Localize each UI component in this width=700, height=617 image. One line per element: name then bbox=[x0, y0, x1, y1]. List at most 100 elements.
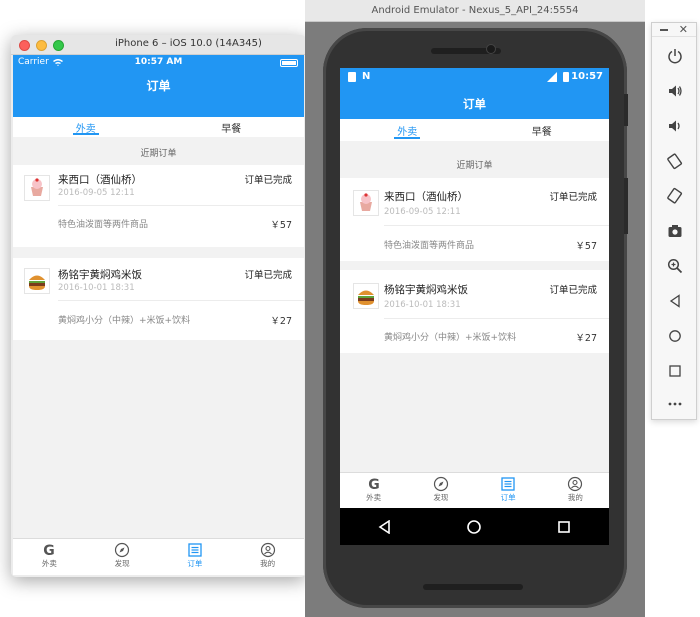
volume-up-button[interactable] bbox=[660, 78, 690, 104]
power-icon bbox=[668, 49, 682, 64]
tab-breakfast[interactable]: 早餐 bbox=[475, 119, 610, 141]
order-type-tabs: 外卖 早餐 bbox=[13, 117, 304, 137]
back-icon bbox=[669, 294, 680, 308]
active-tab-indicator bbox=[394, 137, 421, 139]
sd-card-icon bbox=[348, 72, 356, 82]
zoom-button[interactable] bbox=[660, 253, 690, 279]
user-icon bbox=[260, 542, 275, 558]
order-price: ￥27 bbox=[575, 333, 597, 344]
zoom-window-button[interactable] bbox=[53, 40, 64, 51]
nav-back-button[interactable] bbox=[340, 508, 430, 545]
overview-icon bbox=[558, 520, 570, 533]
shop-name: 杨铭宇黄焖鸡米饭 bbox=[58, 269, 142, 281]
ios-screen: Carrier 10:57 AM 订单 外卖 早餐 近期订单 来西口（酒仙桥） … bbox=[13, 55, 304, 575]
signal-icon bbox=[547, 72, 557, 82]
zoom-icon bbox=[667, 258, 683, 274]
ios-window-title: iPhone 6 – iOS 10.0 (14A345) bbox=[115, 38, 262, 49]
order-card[interactable]: 来西口（酒仙桥） 2016-09-05 12:11 订单已完成 特色油泼面等两件… bbox=[340, 178, 609, 261]
page-title: 订单 bbox=[146, 79, 171, 93]
tabbar-item-mine[interactable]: 我的 bbox=[542, 473, 609, 508]
cupcake-icon bbox=[24, 175, 50, 201]
cupcake-icon bbox=[353, 190, 379, 216]
rotate-left-button[interactable] bbox=[660, 148, 690, 174]
bottom-tab-bar: G 外卖 发现 订单 我的 bbox=[13, 538, 304, 575]
divider bbox=[384, 225, 609, 226]
close-window-button[interactable] bbox=[19, 40, 30, 51]
tabbar-item-discover[interactable]: 发现 bbox=[407, 473, 474, 508]
power-button[interactable] bbox=[660, 43, 690, 69]
active-tab-indicator bbox=[72, 133, 99, 135]
rotate-right-icon bbox=[667, 187, 683, 204]
divider bbox=[58, 205, 304, 206]
ios-simulator-window: iPhone 6 – iOS 10.0 (14A345) Carrier 10:… bbox=[11, 35, 306, 577]
back-button[interactable] bbox=[660, 288, 690, 314]
battery-icon bbox=[280, 59, 298, 67]
status-time: 10:57 AM bbox=[134, 57, 183, 67]
tabbar-item-takeout[interactable]: G 外卖 bbox=[13, 539, 86, 575]
android-status-bar: N 10:57 bbox=[340, 68, 609, 86]
order-status: 订单已完成 bbox=[244, 175, 292, 186]
order-date: 2016-10-01 18:31 bbox=[384, 300, 461, 310]
order-goods: 特色油泼面等两件商品 bbox=[384, 241, 475, 251]
shop-name: 来西口（酒仙桥） bbox=[384, 191, 468, 203]
overview-button[interactable] bbox=[660, 358, 690, 384]
ios-window-titlebar[interactable]: iPhone 6 – iOS 10.0 (14A345) bbox=[11, 35, 306, 55]
order-card[interactable]: 来西口（酒仙桥） 2016-09-05 12:11 订单已完成 特色油泼面等两件… bbox=[13, 165, 304, 247]
order-goods: 黄焖鸡小分（中辣）+米饭+饮料 bbox=[58, 316, 191, 326]
volume-down-icon bbox=[669, 120, 680, 132]
order-status: 订单已完成 bbox=[549, 192, 597, 203]
bottom-speaker bbox=[423, 584, 523, 590]
svg-text:G: G bbox=[368, 477, 380, 492]
home-icon bbox=[669, 330, 681, 342]
rotate-right-button[interactable] bbox=[660, 183, 690, 209]
android-emulator-window: Android Emulator - Nexus_5_API_24:5554 N… bbox=[305, 0, 645, 617]
minimize-window-button[interactable] bbox=[36, 40, 47, 51]
order-card[interactable]: 杨铭宇黄焖鸡米饭 2016-10-01 18:31 订单已完成 黄焖鸡小分（中辣… bbox=[13, 258, 304, 340]
close-toolbar-button[interactable]: ✕ bbox=[679, 23, 688, 36]
user-icon bbox=[568, 476, 583, 492]
volume-up-icon bbox=[669, 85, 682, 97]
android-navigation-bar bbox=[340, 508, 609, 545]
shop-name: 来西口（酒仙桥） bbox=[58, 174, 142, 186]
screenshot-button[interactable] bbox=[660, 218, 690, 244]
emulator-toolbar: ✕ bbox=[651, 22, 697, 420]
tabbar-item-takeout[interactable]: G 外卖 bbox=[340, 473, 407, 508]
page-title: 订单 bbox=[463, 97, 486, 111]
more-button[interactable] bbox=[660, 391, 690, 417]
burger-icon bbox=[24, 268, 50, 294]
more-icon bbox=[668, 402, 682, 406]
volume-down-button[interactable] bbox=[660, 113, 690, 139]
burger-icon bbox=[353, 283, 379, 309]
order-card[interactable]: 杨铭宇黄焖鸡米饭 2016-10-01 18:31 订单已完成 黄焖鸡小分（中辣… bbox=[340, 270, 609, 353]
android-window-title: Android Emulator - Nexus_5_API_24:5554 bbox=[371, 5, 579, 16]
order-date: 2016-10-01 18:31 bbox=[58, 283, 135, 293]
tab-takeout[interactable]: 外卖 bbox=[13, 117, 159, 137]
tabbar-item-orders[interactable]: 订单 bbox=[475, 473, 542, 508]
compass-icon bbox=[433, 476, 448, 492]
ios-status-bar: Carrier 10:57 AM bbox=[13, 55, 304, 71]
tabbar-item-mine[interactable]: 我的 bbox=[231, 539, 304, 575]
list-icon bbox=[501, 477, 515, 491]
order-status: 订单已完成 bbox=[549, 285, 597, 296]
section-label: 近期订单 bbox=[456, 161, 493, 171]
android-window-titlebar[interactable]: Android Emulator - Nexus_5_API_24:5554 bbox=[305, 0, 645, 22]
back-icon bbox=[378, 519, 390, 534]
order-date: 2016-09-05 12:11 bbox=[384, 207, 461, 217]
order-price: ￥27 bbox=[270, 316, 292, 327]
front-camera bbox=[486, 44, 496, 54]
tab-takeout[interactable]: 外卖 bbox=[340, 119, 475, 141]
minimize-toolbar-button[interactable] bbox=[660, 29, 668, 31]
tab-breakfast[interactable]: 早餐 bbox=[159, 117, 305, 137]
volume-hw-button bbox=[624, 178, 628, 234]
battery-icon bbox=[563, 72, 569, 82]
ios-app-header: Carrier 10:57 AM 订单 bbox=[13, 55, 304, 117]
n-notification-icon: N bbox=[362, 71, 371, 82]
tabbar-item-discover[interactable]: 发现 bbox=[86, 539, 159, 575]
home-button[interactable] bbox=[660, 323, 690, 349]
bottom-tab-bar: G 外卖 发现 订单 我的 bbox=[340, 472, 609, 508]
android-screen: N 10:57 订单 外卖 早餐 近期订单 来西口（酒仙桥） 2016-09-0… bbox=[340, 68, 609, 545]
order-date: 2016-09-05 12:11 bbox=[58, 188, 135, 198]
nav-overview-button[interactable] bbox=[519, 508, 609, 545]
nav-home-button[interactable] bbox=[430, 508, 520, 545]
tabbar-item-orders[interactable]: 订单 bbox=[159, 539, 232, 575]
